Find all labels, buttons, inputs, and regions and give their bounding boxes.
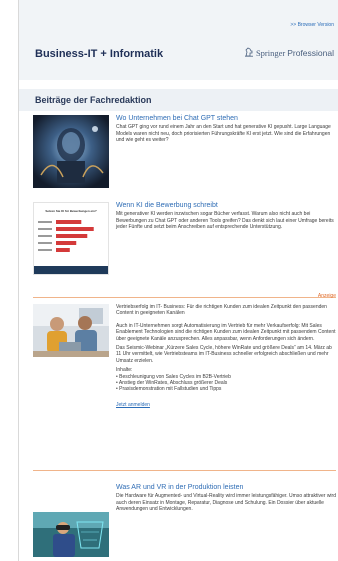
thumbnail-bar — [56, 248, 70, 252]
article-item: Setzen Sie KI für Bewerbungen ein? Wenn … — [33, 202, 336, 280]
thumbnail-footer-band — [34, 266, 108, 274]
thumbnail-bar-label — [38, 249, 52, 251]
thumbnail-bar-chart — [38, 220, 94, 252]
article-item: Was AR und VR in der Produktion leisten … — [33, 484, 336, 559]
thumbnail-bar-label — [38, 228, 52, 230]
article-teaser: Die Hardware für Augmented- und Virtual-… — [116, 493, 336, 513]
page-title: Business-IT + Informatik — [35, 48, 164, 60]
ad-bullet-list: • Beschleunigung von Sales Cycles im B2B… — [116, 374, 338, 393]
article-title[interactable]: Wo Unternehmen bei Chat GPT stehen — [116, 115, 338, 123]
article-thumbnail-chatgpt[interactable] — [33, 115, 109, 188]
thumbnail-bar — [56, 234, 88, 238]
ad-bullet: • Praxisdemonstration mit Fallstudien un… — [116, 386, 222, 393]
article-thumbnail-chart[interactable]: Setzen Sie KI für Bewerbungen ein? — [33, 202, 109, 275]
newsletter-header: >> Browser Version Business-IT + Informa… — [19, 0, 338, 80]
ad-divider-bottom — [33, 470, 336, 471]
browser-version-link[interactable]: >> Browser Version — [290, 22, 334, 28]
ad-paragraph-1: Auch in IT-Unternehmen sorgt Automatisie… — [116, 322, 336, 342]
ad-title[interactable]: Vertriebserfolg im IT- Business: Für die… — [116, 304, 338, 317]
ad-label: Anzeige — [317, 293, 336, 299]
newsletter-frame — [18, 0, 338, 561]
springer-professional-logo[interactable]: Springer Professional — [244, 47, 334, 59]
ad-divider-top — [33, 297, 336, 298]
springer-horse-icon — [244, 47, 254, 59]
ad-thumbnail-meeting[interactable] — [33, 304, 109, 357]
ad-paragraph-2: Das Seismic-Webinar „Kürzere Sales Cycle… — [116, 345, 332, 364]
article-teaser: Mit generativer KI werden inzwischen sog… — [116, 211, 334, 231]
article-title[interactable]: Wenn KI die Bewerbung schreibt — [116, 202, 338, 210]
article-title[interactable]: Was AR und VR in der Produktion leisten — [116, 484, 338, 492]
thumbnail-bar — [56, 241, 77, 245]
thumbnail-bar-label — [38, 221, 52, 223]
register-link[interactable]: Jetzt anmelden — [116, 402, 150, 408]
thumbnail-bar-label — [38, 235, 52, 237]
section-title: Beiträge der Fachredaktion — [35, 95, 152, 105]
logo-suffix: Professional — [287, 48, 334, 58]
section-header: Beiträge der Fachredaktion — [19, 89, 338, 111]
thumbnail-bar-label — [38, 242, 52, 244]
thumbnail-bar — [56, 227, 94, 231]
article-teaser: Chat GPT ging vor rund einem Jahr an den… — [116, 124, 331, 144]
article-thumbnail-ar-vr[interactable] — [33, 512, 109, 557]
thumbnail-bar — [56, 220, 82, 224]
logo-name: Springer — [255, 48, 286, 58]
sponsored-item: Vertriebserfolg im IT- Business: Für die… — [33, 304, 336, 464]
article-item: Wo Unternehmen bei Chat GPT stehen Chat … — [33, 115, 336, 190]
